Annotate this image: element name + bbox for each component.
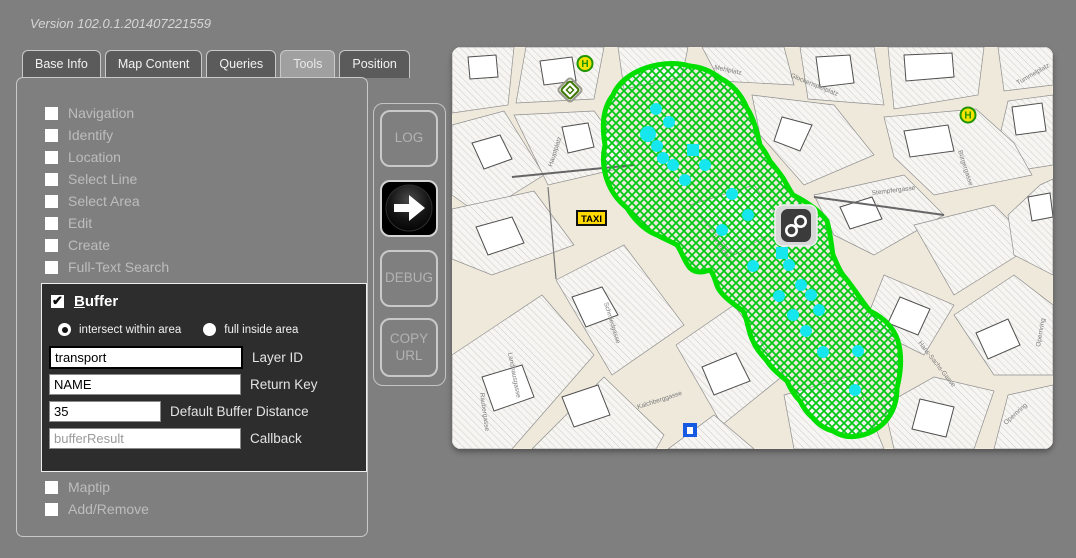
default-buffer-distance-input[interactable] [49, 401, 161, 422]
action-button-strip: LOG DEBUG COPY URL [373, 103, 446, 386]
transport-stop-marker[interactable] [726, 188, 738, 200]
checkbox-label: Select Line [68, 171, 138, 187]
checkbox-label: Maptip [68, 479, 111, 495]
buffer-label: Buffer [74, 293, 119, 310]
transit-stop-icon: H [576, 55, 594, 72]
transport-stop-marker[interactable] [687, 144, 699, 156]
checkbox-row-maptip[interactable]: Maptip [45, 476, 149, 498]
edit-checkbox[interactable] [45, 216, 58, 230]
add-remove-checkbox[interactable] [45, 502, 58, 516]
checkbox-label: Add/Remove [68, 501, 149, 517]
transport-stop-marker[interactable] [651, 140, 663, 152]
tool-checkbox-list-bottom: Maptip Add/Remove [45, 476, 149, 520]
checkbox-row-location[interactable]: Location [45, 146, 169, 168]
transport-stop-marker[interactable] [640, 126, 656, 142]
location-checkbox[interactable] [45, 150, 58, 164]
checkbox-row-select-line[interactable]: Select Line [45, 168, 169, 190]
fulltext-search-checkbox[interactable] [45, 260, 58, 274]
checkbox-label: Location [68, 149, 121, 165]
transport-stop-marker[interactable] [800, 325, 812, 337]
checkbox-label: Navigation [68, 105, 135, 121]
selection-square-marker[interactable] [683, 423, 697, 437]
transport-stop-marker[interactable] [650, 103, 662, 115]
debug-button[interactable]: DEBUG [380, 250, 438, 307]
checkbox-label: Create [68, 237, 111, 253]
transport-stop-marker[interactable] [776, 247, 788, 259]
tab-bar: Base Info Map Content Queries Tools Posi… [22, 50, 410, 78]
select-line-checkbox[interactable] [45, 172, 58, 186]
taxi-sign: TAXI [576, 210, 607, 226]
tab-tools[interactable]: Tools [280, 50, 336, 78]
checkbox-label: Select Area [68, 193, 140, 209]
tab-base-info[interactable]: Base Info [22, 50, 101, 78]
transport-stop-marker[interactable] [787, 309, 799, 321]
transport-stop-marker[interactable] [805, 289, 817, 301]
tab-queries[interactable]: Queries [206, 50, 277, 78]
svg-text:H: H [964, 111, 971, 122]
callback-input[interactable] [49, 428, 241, 449]
transport-stop-marker[interactable] [817, 346, 829, 358]
transport-stop-marker[interactable] [783, 259, 795, 271]
buffer-header-row[interactable]: Buffer [51, 293, 366, 310]
intersect-within-area-radio[interactable] [58, 323, 71, 336]
checkbox-row-navigation[interactable]: Navigation [45, 102, 169, 124]
radio-label: intersect within area [79, 323, 182, 336]
transport-stop-marker[interactable] [795, 279, 807, 291]
buffer-checkbox[interactable] [51, 293, 64, 309]
buffer-fields: Layer ID Return Key Default Buffer Dista… [49, 344, 361, 452]
maptip-checkbox[interactable] [45, 480, 58, 494]
checkbox-row-add-remove[interactable]: Add/Remove [45, 498, 149, 520]
tool-checkbox-list: Navigation Identify Location Select Line… [45, 102, 169, 278]
transport-stop-marker[interactable] [747, 260, 759, 272]
checkbox-label: Identify [68, 127, 114, 143]
checkbox-row-edit[interactable]: Edit [45, 212, 169, 234]
return-key-label: Return Key [250, 377, 318, 392]
callback-label: Callback [250, 431, 302, 446]
right-arrow-icon [385, 184, 433, 232]
default-buffer-distance-label: Default Buffer Distance [170, 404, 309, 419]
buffer-mode-radios: intersect within area full inside area [58, 323, 366, 336]
identify-checkbox[interactable] [45, 128, 58, 142]
navigation-checkbox[interactable] [45, 106, 58, 120]
checkbox-row-select-area[interactable]: Select Area [45, 190, 169, 212]
map-canvas[interactable]: HauptplatzHerrengasseStempfergasseGlocke… [452, 47, 1053, 449]
tab-map-content[interactable]: Map Content [104, 50, 203, 78]
transport-stop-marker[interactable] [852, 345, 864, 357]
transport-stop-marker[interactable] [742, 209, 754, 221]
checkbox-row-fulltext-search[interactable]: Full-Text Search [45, 256, 169, 278]
layer-id-input[interactable] [49, 346, 243, 369]
checkbox-label: Full-Text Search [68, 259, 170, 275]
transport-stop-marker[interactable] [657, 152, 669, 164]
copy-url-button[interactable]: COPY URL [380, 318, 438, 377]
transport-stop-marker[interactable] [813, 304, 825, 316]
full-inside-area-radio[interactable] [203, 323, 217, 336]
layer-id-label: Layer ID [252, 350, 304, 365]
select-area-checkbox[interactable] [45, 194, 58, 208]
transit-stop-icon: H [959, 106, 977, 124]
transport-stop-marker[interactable] [679, 174, 691, 186]
transport-stop-marker[interactable] [663, 116, 675, 128]
tab-position[interactable]: Position [339, 50, 410, 78]
return-key-input[interactable] [49, 374, 241, 395]
svg-text:H: H [581, 59, 588, 70]
create-checkbox[interactable] [45, 238, 58, 252]
svg-text:TAXI: TAXI [581, 214, 602, 225]
transport-stop-marker[interactable] [849, 384, 861, 396]
checkbox-row-identify[interactable]: Identify [45, 124, 169, 146]
transport-stop-marker[interactable] [716, 224, 728, 236]
transport-stop-marker[interactable] [773, 290, 785, 302]
log-button[interactable]: LOG [380, 110, 438, 167]
buffer-section: Buffer intersect within area full inside… [41, 283, 367, 472]
checkbox-label: Edit [68, 215, 93, 231]
version-label: Version 102.0.1.201407221559 [30, 16, 211, 31]
tools-panel: Navigation Identify Location Select Line… [16, 77, 368, 537]
map-viewport[interactable]: HauptplatzHerrengasseStempfergasseGlocke… [452, 47, 1053, 449]
radio-label: full inside area [224, 323, 299, 336]
transport-stop-marker[interactable] [667, 159, 679, 171]
map-link-button[interactable] [774, 204, 818, 247]
checkbox-row-create[interactable]: Create [45, 234, 169, 256]
transport-stop-marker[interactable] [699, 159, 711, 171]
run-arrow-button[interactable] [380, 180, 438, 237]
